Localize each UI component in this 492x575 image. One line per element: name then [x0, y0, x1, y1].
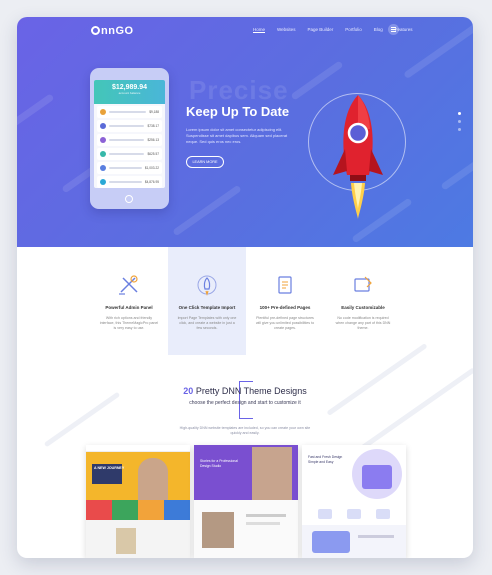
coin-name-placeholder	[109, 153, 145, 155]
phone-coin-row: $1,003.22	[97, 162, 162, 174]
designs-title-number: 20	[183, 386, 194, 396]
nav-item-websites[interactable]: Websites	[277, 27, 295, 33]
coin-name-placeholder	[109, 181, 142, 183]
logo[interactable]: nnGO	[91, 25, 134, 37]
design-preview-1[interactable]: A NEW JOURNEY	[86, 445, 190, 558]
hero-title: Keep Up To Date	[186, 104, 290, 119]
phone-mockup: $12,989.94 account balance $9,188 $738.17…	[90, 68, 169, 209]
feature-card: Powerful Admin Panel With rich options a…	[90, 247, 168, 355]
coin-name-placeholder	[109, 111, 147, 113]
phone-screen: $12,989.94 account balance $9,188 $738.17…	[94, 80, 165, 188]
admin-tools-icon	[119, 275, 138, 295]
customize-icon	[354, 276, 372, 292]
phone-coin-row: $738.17	[97, 120, 162, 132]
coin-price: $1,003.22	[144, 166, 159, 170]
preview-2-headline: Stories for a Professional Design Studio	[200, 459, 238, 468]
preview-3-headline: Fast and Fresh Design Simple and Easy	[308, 455, 343, 464]
hero-watermark: Precise	[189, 75, 289, 105]
rocket-small-icon	[197, 275, 217, 296]
page-frame: nnGO Home Websites Page Builder Portfoli…	[17, 17, 473, 558]
nav-item-blog[interactable]: Blog	[374, 27, 383, 33]
coin-icon	[100, 137, 106, 143]
slider-dot[interactable]	[458, 128, 461, 131]
logo-mark-icon	[91, 26, 100, 35]
coin-icon	[100, 151, 106, 157]
slider-dot[interactable]	[458, 112, 461, 115]
coin-price: $738.17	[147, 124, 159, 128]
nav-item-home[interactable]: Home	[253, 27, 266, 33]
coin-name-placeholder	[109, 167, 142, 169]
coin-icon	[100, 179, 106, 185]
rocket-icon	[333, 95, 383, 219]
coin-price: $4,876.95	[144, 180, 159, 184]
feature-title: One Click Template Import	[178, 305, 236, 310]
preview-1-headline: A NEW JOURNEY	[94, 466, 125, 470]
coin-price: $256.13	[147, 138, 159, 142]
design-preview-3[interactable]: Fast and Fresh Design Simple and Easy	[302, 445, 406, 558]
nav-item-page-builder[interactable]: Page Builder	[307, 27, 333, 33]
phone-balance-value: $12,989.94	[111, 84, 148, 91]
feature-card: 100+ Pre-defined Pages Plentiful pre-def…	[246, 247, 324, 355]
design-preview-2[interactable]: Stories for a Professional Design Studio	[194, 445, 298, 558]
phone-coin-row: $9,188	[97, 106, 162, 118]
phone-balance-label: account balance	[118, 91, 141, 95]
feature-desc: Plentiful pre-defined page structures wi…	[255, 316, 315, 330]
feature-card: Easily Customizable No code modification…	[324, 247, 402, 355]
feature-title: Easily Customizable	[341, 305, 385, 310]
pages-icon	[278, 276, 292, 294]
phone-coin-row: $625.57	[97, 148, 162, 160]
designs-desc: High-quality DNN website templates are i…	[179, 426, 311, 435]
feature-desc: No code modification is required when ch…	[335, 316, 391, 330]
features-section: Powerful Admin Panel With rich options a…	[17, 247, 473, 355]
coin-price: $625.57	[147, 152, 159, 156]
coin-icon	[100, 109, 106, 115]
coin-name-placeholder	[109, 139, 145, 141]
phone-home-button	[125, 195, 133, 203]
phone-coin-row: $4,876.95	[97, 176, 162, 188]
learn-more-button[interactable]: LEARN MORE	[186, 156, 224, 168]
slider-dot[interactable]	[458, 120, 461, 123]
designs-subtitle: choose the perfect design and start to c…	[189, 400, 301, 406]
nav-item-portfolio[interactable]: Portfolio	[345, 27, 362, 33]
feature-desc: Import Page Templates with only one clic…	[177, 316, 237, 330]
hero-section: nnGO Home Websites Page Builder Portfoli…	[17, 17, 473, 247]
designs-title: 20 Pretty DNN Theme Designs	[17, 386, 473, 396]
hero-text: Lorem ipsum dolor sit amet consectetur a…	[186, 127, 288, 144]
feature-title: Powerful Admin Panel	[105, 305, 153, 310]
hamburger-menu-icon[interactable]	[388, 24, 399, 35]
coin-name-placeholder	[109, 125, 145, 127]
phone-coin-row: $256.13	[97, 134, 162, 146]
feature-desc: With rich options and friendly interface…	[99, 316, 159, 330]
designs-title-text: Pretty DNN Theme Designs	[195, 386, 307, 396]
phone-balance-card: $12,989.94 account balance	[94, 80, 165, 104]
feature-title: 100+ Pre-defined Pages	[259, 305, 311, 310]
feature-card-active: One Click Template Import Import Page Te…	[168, 247, 246, 355]
hero-slider-dots	[458, 112, 461, 136]
coin-price: $9,188	[149, 110, 159, 114]
coin-icon	[100, 123, 106, 129]
coin-icon	[100, 165, 106, 171]
